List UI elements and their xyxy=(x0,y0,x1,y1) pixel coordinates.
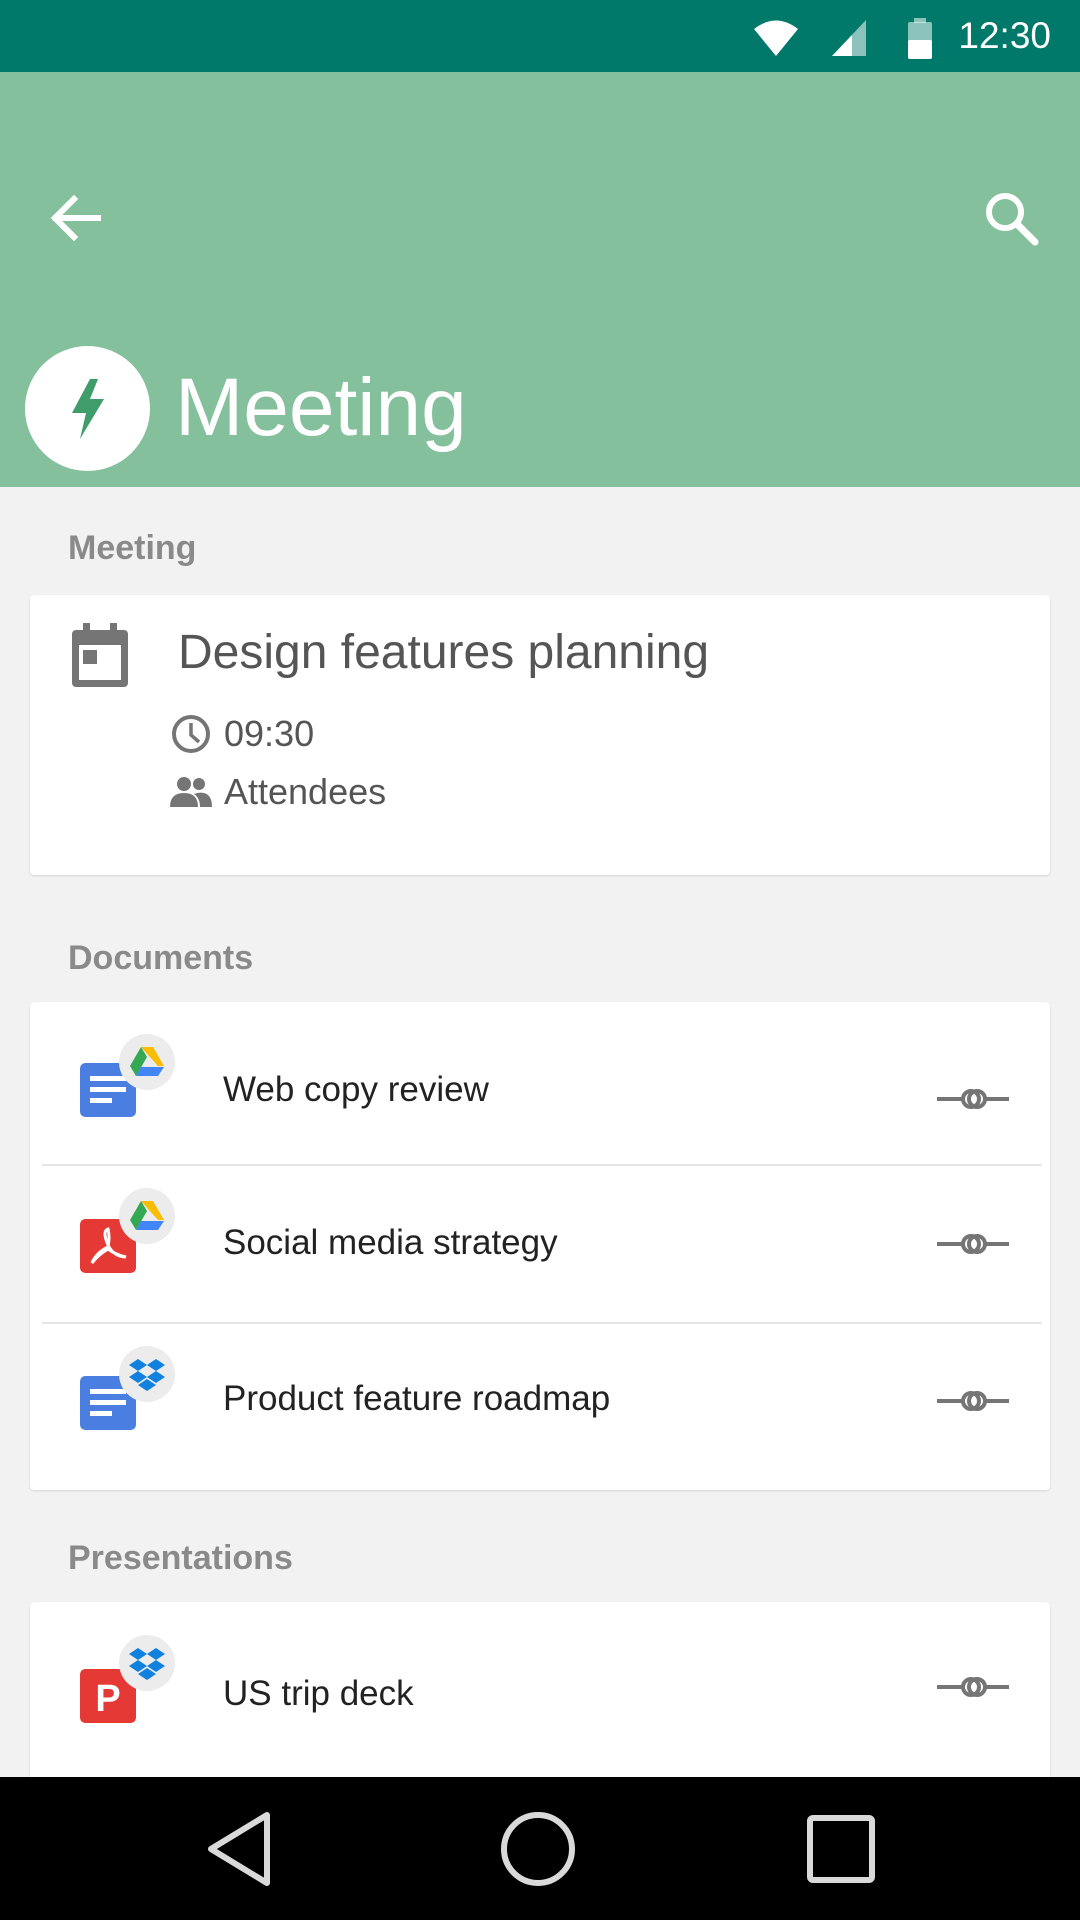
source-badge xyxy=(119,1188,175,1244)
source-badge xyxy=(119,1034,175,1090)
list-item[interactable]: Social media strategy xyxy=(30,1166,1050,1323)
presentation-name: US trip deck xyxy=(223,1674,414,1713)
section-label-documents: Documents xyxy=(68,939,254,977)
back-button[interactable] xyxy=(40,182,112,254)
document-name: Product feature roadmap xyxy=(223,1379,611,1418)
cell-signal-icon xyxy=(832,20,866,56)
meeting-time: 09:30 xyxy=(224,713,315,754)
people-icon xyxy=(170,777,212,807)
link-icon xyxy=(937,1234,1009,1254)
presentations-card: P US trip deck xyxy=(30,1602,1050,1802)
system-nav-bar xyxy=(0,1777,1080,1920)
svg-text:P: P xyxy=(95,1678,120,1720)
back-triangle-icon xyxy=(208,1812,270,1886)
link-button[interactable] xyxy=(935,1381,1011,1421)
list-item[interactable]: Product feature roadmap xyxy=(30,1324,1050,1490)
link-button[interactable] xyxy=(935,1667,1011,1707)
meeting-title: Design features planning xyxy=(178,626,710,679)
link-icon xyxy=(937,1089,1009,1109)
section-label-presentations: Presentations xyxy=(68,1539,293,1577)
documents-card: Web copy review Social media strategy Pr… xyxy=(30,1002,1050,1490)
source-badge xyxy=(119,1635,175,1691)
bolt-icon xyxy=(71,378,104,439)
link-button[interactable] xyxy=(935,1079,1011,1119)
meeting-attendees-row[interactable]: Attendees xyxy=(170,771,386,813)
battery-icon xyxy=(908,18,932,59)
google-drive-icon xyxy=(130,1201,164,1230)
section-label-meeting: Meeting xyxy=(68,529,197,567)
link-icon xyxy=(937,1677,1009,1697)
status-bar: 12:30 xyxy=(0,0,1080,72)
page-title: Meeting xyxy=(175,362,467,453)
meeting-card[interactable]: Design features planning 09:30 Attendees xyxy=(30,595,1050,875)
app-bar xyxy=(0,72,1080,487)
meeting-time-row: 09:30 xyxy=(170,713,314,755)
nav-back-button[interactable] xyxy=(190,1799,290,1899)
search-button[interactable] xyxy=(975,182,1047,254)
dropbox-icon xyxy=(129,1359,165,1391)
nav-home-button[interactable] xyxy=(488,1799,588,1899)
category-avatar xyxy=(25,346,150,471)
search-icon xyxy=(986,193,1039,246)
dropbox-icon xyxy=(129,1648,165,1680)
document-name: Social media strategy xyxy=(223,1223,558,1262)
arrow-back-icon xyxy=(50,194,101,242)
calendar-icon xyxy=(72,623,128,687)
attendees-label: Attendees xyxy=(224,771,387,812)
link-button[interactable] xyxy=(935,1224,1011,1264)
nav-recents-button[interactable] xyxy=(791,1799,891,1899)
google-drive-icon xyxy=(130,1047,164,1076)
source-badge xyxy=(119,1346,175,1402)
wifi-icon xyxy=(754,20,798,56)
link-icon xyxy=(937,1391,1009,1411)
recents-square-icon xyxy=(807,1815,875,1883)
list-item[interactable]: P US trip deck xyxy=(30,1602,1050,1777)
home-circle-icon xyxy=(501,1812,575,1886)
clock-icon xyxy=(172,715,210,753)
document-name: Web copy review xyxy=(223,1070,489,1109)
status-time: 12:30 xyxy=(958,15,1051,56)
list-item[interactable]: Web copy review xyxy=(30,1002,1050,1165)
